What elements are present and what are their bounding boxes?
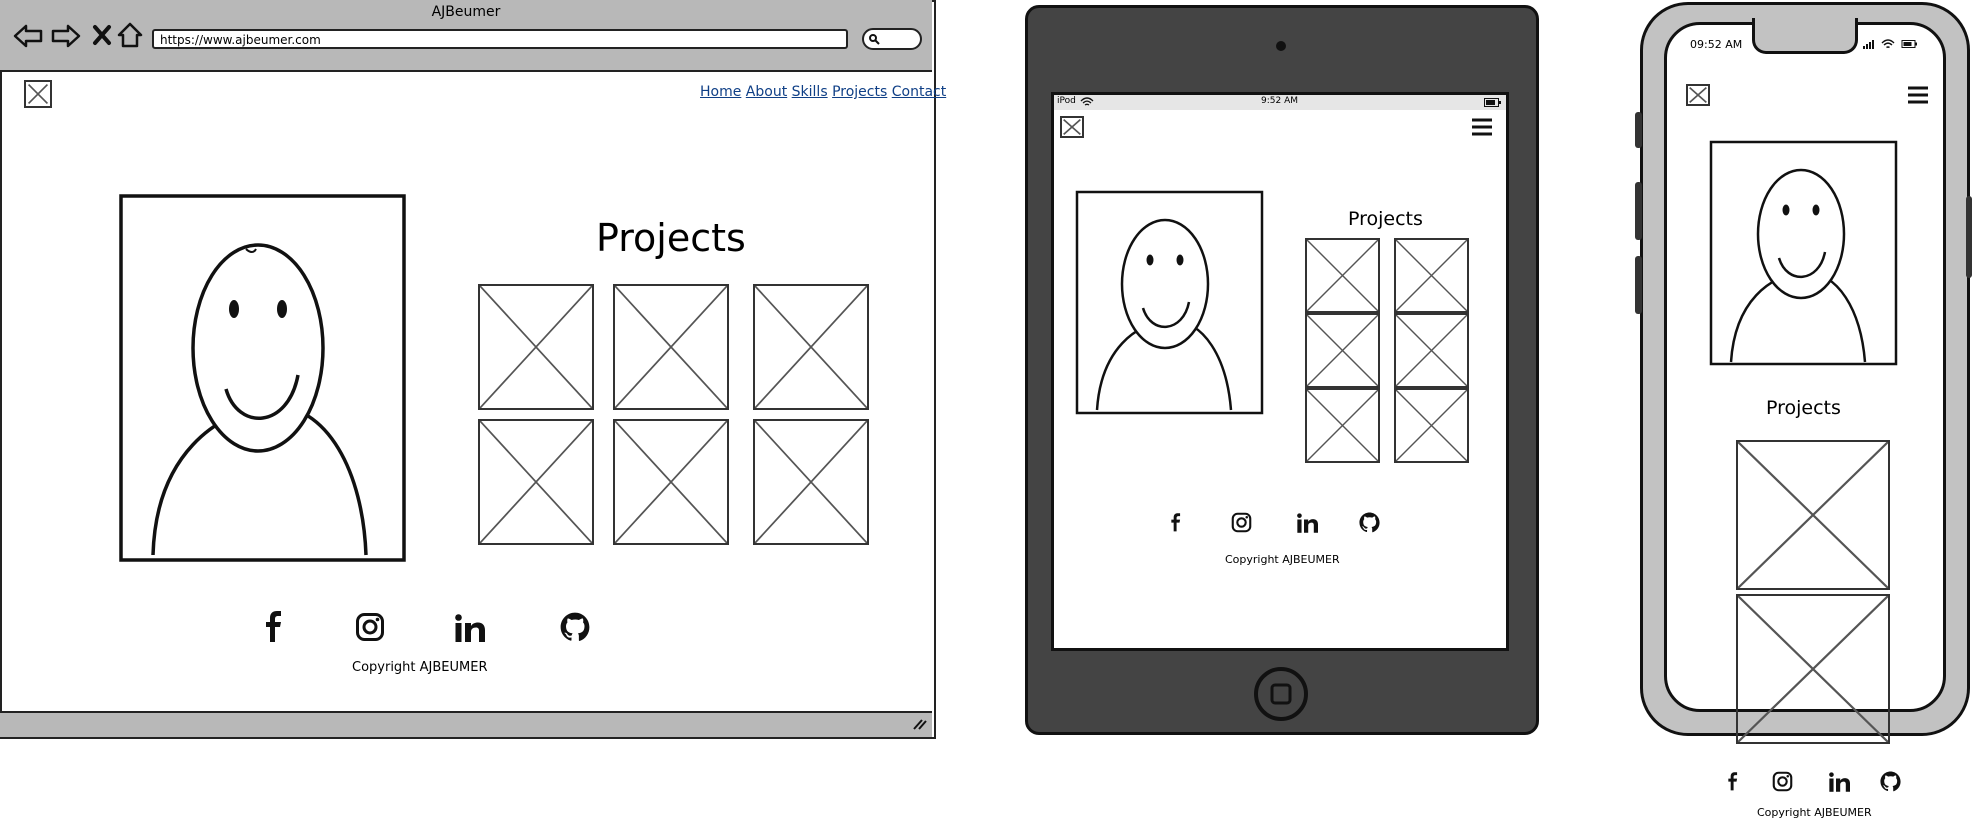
tablet-home-button[interactable] xyxy=(1253,666,1309,722)
tablet-instagram-icon[interactable] xyxy=(1231,512,1252,533)
phone-volume-up xyxy=(1635,182,1642,240)
project-thumbnail-4[interactable] xyxy=(478,419,594,545)
phone-copyright-text: Copyright AJBEUMER xyxy=(1757,806,1872,819)
tablet-project-thumbnail-3[interactable] xyxy=(1305,313,1380,388)
tablet-project-thumbnail-1[interactable] xyxy=(1305,238,1380,313)
project-thumbnail-1[interactable] xyxy=(478,284,594,410)
github-icon[interactable] xyxy=(560,612,590,642)
status-time: 9:52 AM xyxy=(1261,96,1298,106)
phone-linkedin-icon[interactable] xyxy=(1829,772,1850,792)
tablet-project-thumbnail-4[interactable] xyxy=(1394,313,1469,388)
phone-volume-down xyxy=(1635,256,1642,314)
facebook-icon[interactable] xyxy=(262,610,286,642)
nav-about-link[interactable]: About xyxy=(746,84,787,100)
phone-facebook-icon[interactable] xyxy=(1726,770,1740,792)
phone-project-thumbnail-1[interactable] xyxy=(1736,440,1890,590)
phone-hamburger-menu-icon[interactable] xyxy=(1907,86,1929,104)
projects-heading: Projects xyxy=(596,216,746,260)
tablet-camera-icon xyxy=(1276,41,1286,51)
phone-projects-heading: Projects xyxy=(1766,397,1841,419)
main-nav: Home About Skills Projects Contact xyxy=(700,84,946,100)
phone-power-button xyxy=(1966,196,1972,278)
back-icon[interactable] xyxy=(12,22,44,50)
tablet-project-thumbnail-2[interactable] xyxy=(1394,238,1469,313)
project-thumbnail-3[interactable] xyxy=(753,284,869,410)
hamburger-menu-icon[interactable] xyxy=(1471,118,1493,136)
tablet-github-icon[interactable] xyxy=(1359,512,1380,533)
phone-logo-placeholder[interactable] xyxy=(1686,84,1710,106)
status-device-label: iPod xyxy=(1057,96,1076,106)
nav-home-link[interactable]: Home xyxy=(700,84,741,100)
browser-statusbar xyxy=(0,711,932,737)
phone-instagram-icon[interactable] xyxy=(1772,771,1793,792)
tablet-project-thumbnail-6[interactable] xyxy=(1394,388,1469,463)
browser-title: AJBeumer xyxy=(431,4,501,20)
phone-notch xyxy=(1752,18,1858,54)
linkedin-icon[interactable] xyxy=(455,614,485,642)
nav-skills-link[interactable]: Skills xyxy=(792,84,828,100)
copyright-text: Copyright AJBEUMER xyxy=(352,660,488,675)
phone-side-button xyxy=(1635,112,1642,148)
logo-placeholder[interactable] xyxy=(24,80,52,108)
tablet-avatar-image xyxy=(1075,190,1264,415)
tablet-status-bar: iPod 9:52 AM xyxy=(1054,95,1506,110)
nav-projects-link[interactable]: Projects xyxy=(832,84,887,100)
project-thumbnail-5[interactable] xyxy=(613,419,729,545)
tablet-projects-heading: Projects xyxy=(1348,208,1423,230)
project-thumbnail-2[interactable] xyxy=(613,284,729,410)
tablet-project-thumbnail-5[interactable] xyxy=(1305,388,1380,463)
search-icon xyxy=(869,34,880,45)
tablet-copyright-text: Copyright AJBEUMER xyxy=(1225,553,1340,566)
instagram-icon[interactable] xyxy=(355,612,385,642)
tablet-linkedin-icon[interactable] xyxy=(1297,513,1318,533)
forward-icon[interactable] xyxy=(50,22,82,50)
phone-avatar-image xyxy=(1709,140,1898,366)
home-icon[interactable] xyxy=(116,21,144,49)
project-thumbnail-6[interactable] xyxy=(753,419,869,545)
tablet-logo-placeholder[interactable] xyxy=(1060,116,1084,138)
phone-status-time: 09:52 AM xyxy=(1690,38,1743,51)
stop-icon[interactable] xyxy=(92,24,112,46)
address-bar[interactable]: https://www.ajbeumer.com xyxy=(152,29,848,49)
battery-icon xyxy=(1484,98,1501,107)
phone-project-thumbnail-2[interactable] xyxy=(1736,594,1890,744)
phone-status-icons xyxy=(1863,39,1917,49)
wifi-icon xyxy=(1080,97,1094,106)
search-field[interactable] xyxy=(862,28,922,50)
nav-contact-link[interactable]: Contact xyxy=(892,84,946,100)
resize-grip-icon[interactable] xyxy=(912,717,928,731)
profile-avatar-image xyxy=(119,194,406,562)
tablet-facebook-icon[interactable] xyxy=(1169,511,1183,533)
phone-github-icon[interactable] xyxy=(1880,771,1901,792)
